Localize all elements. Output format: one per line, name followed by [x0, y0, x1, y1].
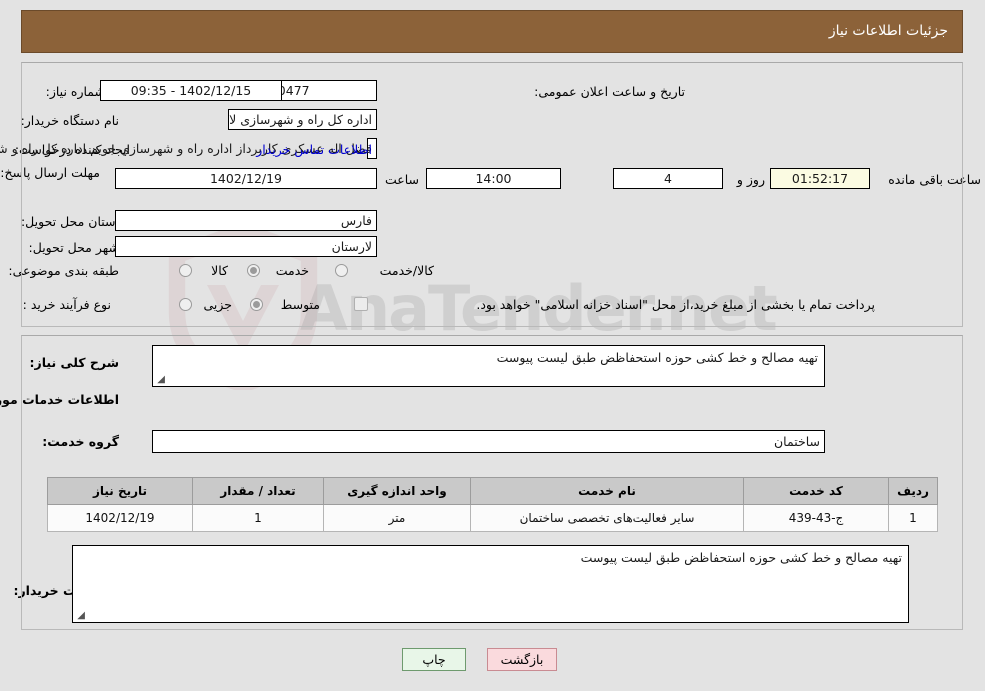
page-header-banner: جزئیات اطلاعات نیاز — [21, 10, 963, 53]
service-details-panel — [21, 335, 963, 630]
page-title: جزئیات اطلاعات نیاز — [828, 23, 948, 39]
back-button[interactable]: بازگشت — [487, 648, 557, 671]
print-button[interactable]: چاپ — [402, 648, 466, 671]
need-info-panel — [21, 62, 963, 327]
